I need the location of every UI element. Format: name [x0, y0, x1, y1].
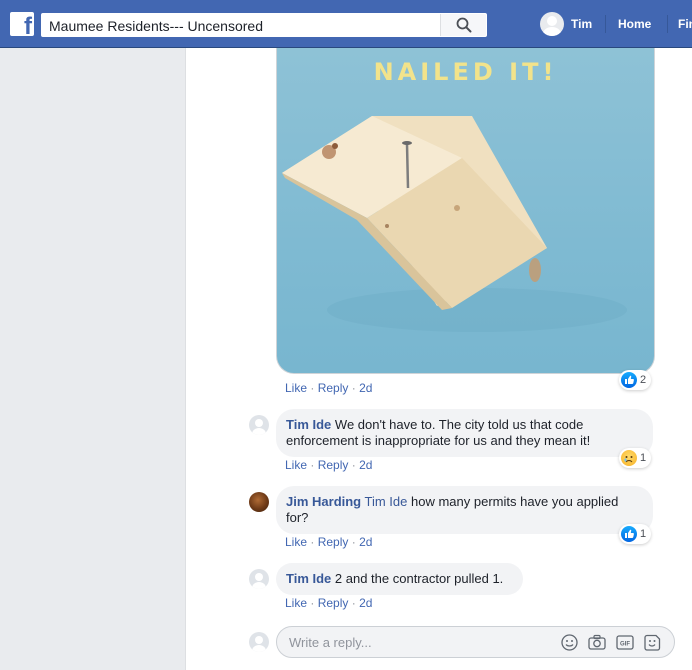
- like-link[interactable]: Like: [285, 596, 307, 610]
- comment-author[interactable]: Jim Harding: [286, 494, 361, 509]
- separator: ·: [310, 381, 315, 395]
- comment-text: 2 and the contractor pulled 1.: [334, 571, 504, 586]
- like-link[interactable]: Like: [285, 381, 307, 395]
- top-navigation-bar: f Maumee Residents--- Uncensored Tim Hom…: [0, 0, 692, 48]
- comment-mention[interactable]: Tim Ide: [365, 494, 408, 509]
- nav-home-link[interactable]: Home: [618, 17, 651, 31]
- comment-bubble: Jim Harding Tim Ide how many permits hav…: [276, 486, 653, 534]
- search-button[interactable]: [440, 14, 486, 36]
- avatar[interactable]: [249, 415, 269, 435]
- like-link[interactable]: Like: [285, 535, 307, 549]
- reaction-badge[interactable]: 1: [619, 524, 652, 544]
- nav-divider: [605, 15, 606, 33]
- like-reaction-icon: [621, 372, 637, 388]
- svg-text:GIF: GIF: [620, 642, 630, 648]
- nav-divider: [667, 15, 668, 33]
- post-actions: Like · Reply · 2d: [285, 381, 372, 395]
- emoji-icon[interactable]: [561, 634, 578, 651]
- nav-find-friends-link[interactable]: Fin: [678, 17, 692, 31]
- comment-text-line2: enforcement is inappropriate for us and …: [286, 433, 591, 448]
- separator: ·: [310, 458, 315, 472]
- like-link[interactable]: Like: [285, 458, 307, 472]
- timestamp[interactable]: 2d: [359, 458, 372, 472]
- avatar[interactable]: [249, 569, 269, 589]
- profile-name: Tim: [571, 17, 593, 31]
- sad-reaction-icon: [621, 450, 637, 466]
- comment-author[interactable]: Tim Ide: [286, 571, 331, 586]
- avatar: [540, 12, 564, 36]
- comment-text-line2: for?: [286, 510, 309, 525]
- left-sidebar: [0, 48, 186, 670]
- comment-text: We don't have to. The city told us that …: [334, 417, 584, 432]
- camera-icon[interactable]: [588, 634, 606, 651]
- comment-actions: Like · Reply · 2d: [285, 596, 372, 610]
- facebook-logo-icon[interactable]: f: [10, 12, 34, 36]
- comment-bubble: Tim Ide We don't have to. The city told …: [276, 409, 653, 457]
- reaction-count: 1: [640, 452, 647, 464]
- comment-author[interactable]: Tim Ide: [286, 417, 331, 432]
- separator: ·: [310, 535, 315, 549]
- reaction-count: 1: [640, 528, 647, 540]
- separator: ·: [351, 535, 356, 549]
- reaction-badge[interactable]: 1: [619, 448, 652, 468]
- reply-link[interactable]: Reply: [318, 596, 349, 610]
- search-icon: [456, 17, 472, 33]
- comment-actions: Like · Reply · 2d: [285, 458, 372, 472]
- separator: ·: [310, 596, 315, 610]
- reaction-badge[interactable]: 2: [619, 370, 652, 390]
- reaction-count: 2: [640, 374, 647, 386]
- comment-actions: Like · Reply · 2d: [285, 535, 372, 549]
- search-box[interactable]: Maumee Residents--- Uncensored: [41, 13, 487, 37]
- comment-bubble: Tim Ide 2 and the contractor pulled 1.: [276, 563, 523, 595]
- avatar: [249, 632, 269, 652]
- like-reaction-icon: [621, 526, 637, 542]
- reply-link[interactable]: Reply: [318, 535, 349, 549]
- reply-link[interactable]: Reply: [318, 381, 349, 395]
- comment-text: how many permits have you applied: [411, 494, 619, 509]
- separator: ·: [351, 596, 356, 610]
- reply-placeholder: Write a reply...: [289, 635, 372, 650]
- gif-icon[interactable]: GIF: [616, 634, 634, 651]
- reply-link[interactable]: Reply: [318, 458, 349, 472]
- timestamp[interactable]: 2d: [359, 381, 372, 395]
- reply-input[interactable]: Write a reply... GIF: [276, 626, 675, 658]
- wood-block-illustration: [282, 116, 627, 332]
- timestamp[interactable]: 2d: [359, 596, 372, 610]
- search-input[interactable]: Maumee Residents--- Uncensored: [49, 18, 263, 34]
- separator: ·: [351, 458, 356, 472]
- avatar[interactable]: [249, 492, 269, 512]
- gif-image[interactable]: NAILED IT!: [276, 48, 655, 374]
- separator: ·: [351, 381, 356, 395]
- sticker-icon[interactable]: [644, 634, 661, 651]
- timestamp[interactable]: 2d: [359, 535, 372, 549]
